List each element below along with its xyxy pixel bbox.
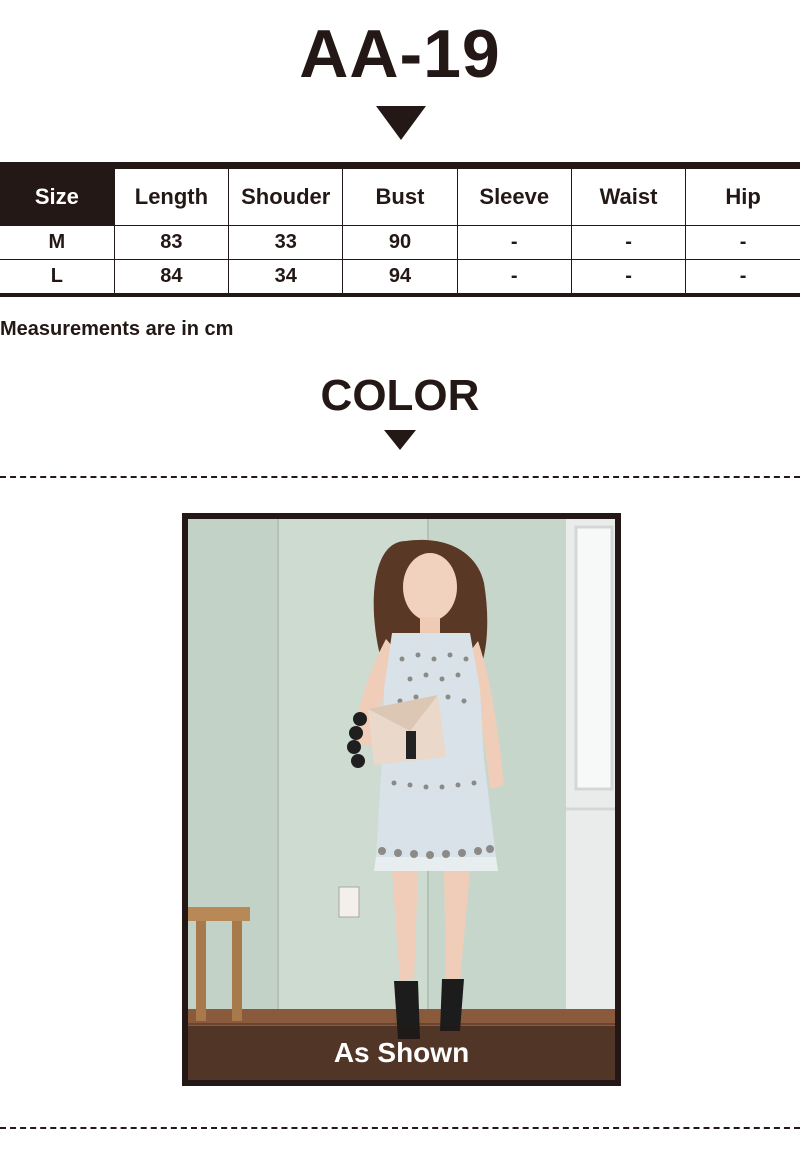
product-code-title: AA-19 [299,16,501,92]
table-row: M 83 33 90 - - - [0,225,800,260]
color-option-photo: As Shown [182,513,621,1086]
color-option-caption: As Shown [188,1026,615,1080]
header-waist: Waist [570,165,686,226]
cell-shoulder: 33 [228,225,343,260]
measurement-note: Measurements are in cm [0,318,234,340]
header-size: Size [0,165,115,226]
header-hip: Hip [685,165,800,226]
model-photo-illustration [188,519,615,1080]
cell-size: M [0,225,115,260]
cell-sleeve: - [456,259,572,295]
cell-size: L [0,259,115,295]
cell-waist: - [570,259,686,295]
size-chart-table: Size Length Shouder Bust Sleeve Waist Hi… [0,162,800,297]
header-shoulder: Shouder [228,165,343,226]
header-length: Length [113,165,229,226]
cell-hip: - [685,225,800,260]
cell-sleeve: - [456,225,572,260]
cell-length: 84 [113,259,229,295]
color-section-heading: COLOR [320,371,480,420]
cell-hip: - [685,259,800,295]
size-chart-header-row: Size Length Shouder Bust Sleeve Waist Hi… [0,165,800,226]
cell-bust: 90 [342,225,458,260]
header-sleeve: Sleeve [456,165,572,226]
table-row: L 84 34 94 - - - [0,259,800,295]
header-bust: Bust [342,165,458,226]
cell-waist: - [570,225,686,260]
cell-length: 83 [113,225,229,260]
dashed-divider [0,476,800,478]
down-arrow-icon [384,430,416,450]
down-arrow-icon [376,106,426,140]
cell-shoulder: 34 [228,259,343,295]
cell-bust: 94 [342,259,458,295]
dashed-divider [0,1127,800,1129]
